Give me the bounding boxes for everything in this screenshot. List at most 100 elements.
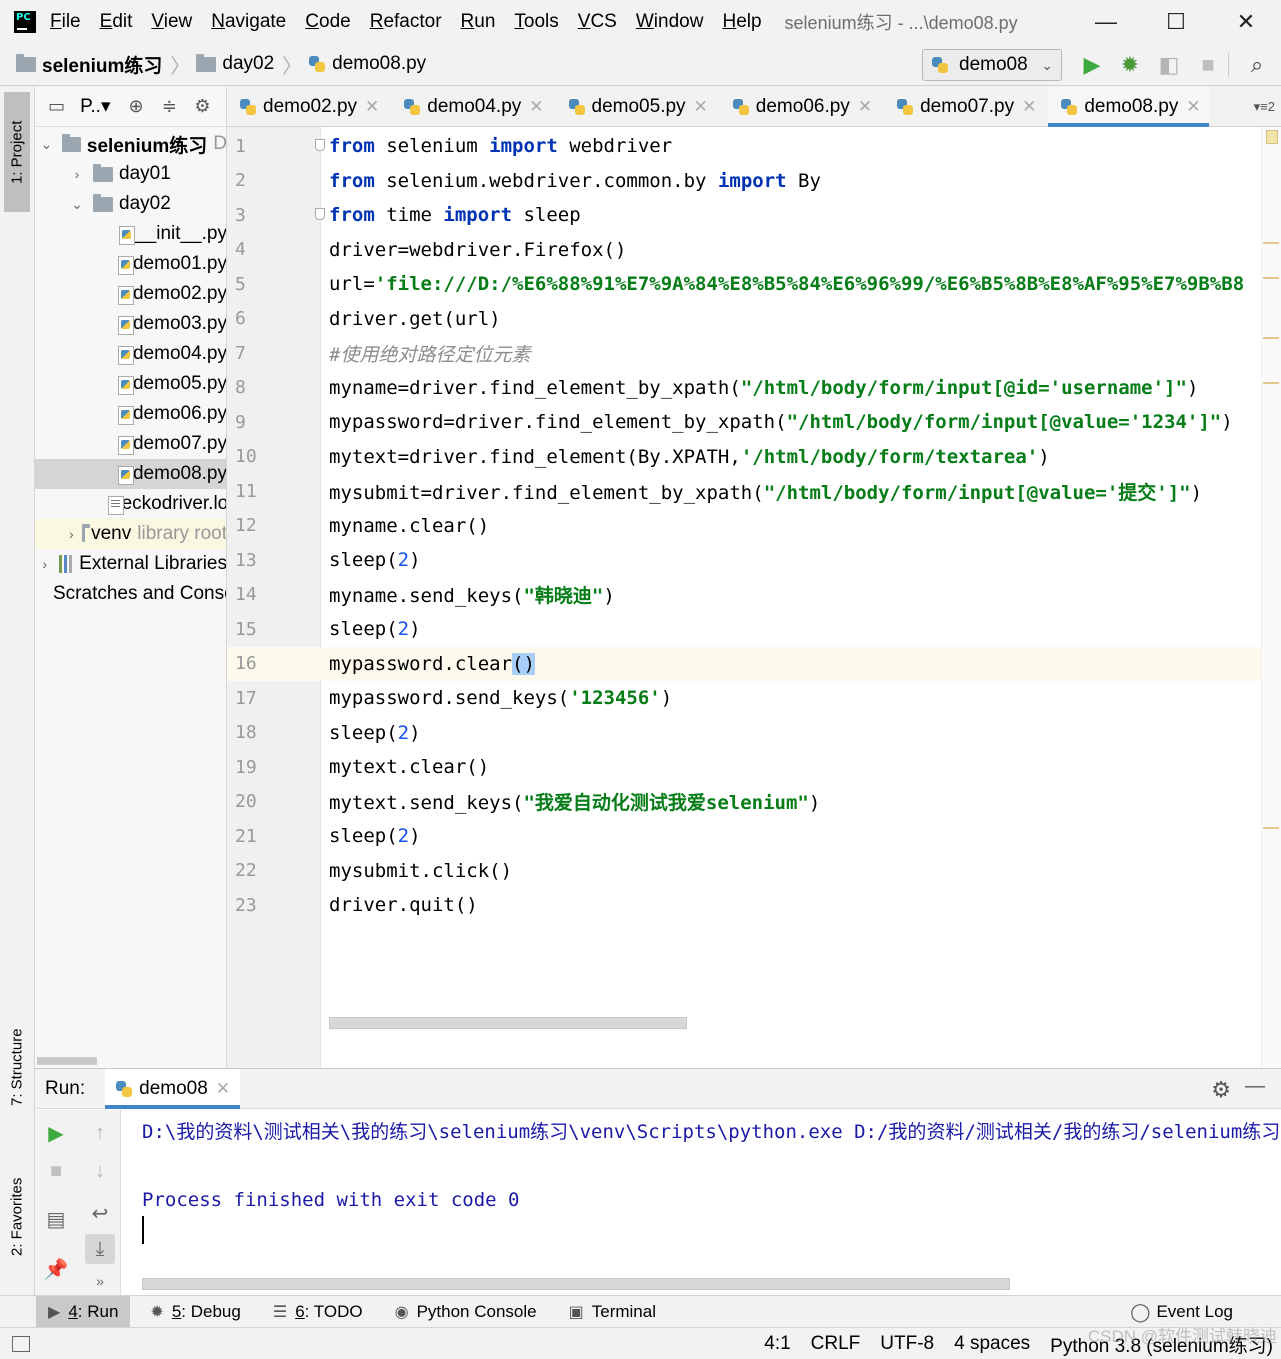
tree-item[interactable]: demo03.py: [35, 309, 226, 339]
arrow-down-icon[interactable]: ↓: [85, 1156, 115, 1186]
arrow-up-icon[interactable]: ↑: [85, 1118, 115, 1148]
close-icon[interactable]: ✕: [529, 97, 543, 117]
code-line[interactable]: 3 from time import sleep: [227, 198, 1281, 233]
close-icon[interactable]: ✕: [694, 97, 708, 117]
bottom-tab-todo[interactable]: ☰ 6: TODO: [261, 1296, 375, 1328]
stripe-marker[interactable]: [1263, 382, 1279, 384]
tool-tab-project[interactable]: 1: Project: [4, 92, 30, 212]
stripe-marker[interactable]: [1263, 827, 1279, 829]
fold-marker-icon[interactable]: [315, 208, 325, 220]
more-icon[interactable]: »: [85, 1266, 115, 1296]
code-line[interactable]: 7 #使用绝对路径定位元素: [227, 336, 1281, 371]
code-line[interactable]: 13 sleep(2): [227, 543, 1281, 578]
code-line[interactable]: 12 myname.clear(): [227, 509, 1281, 544]
console-horizontal-scrollbar[interactable]: [142, 1278, 1010, 1290]
code-line[interactable]: 23 driver.quit(): [227, 888, 1281, 923]
code-line[interactable]: 22 mysubmit.click(): [227, 854, 1281, 889]
bottom-tab-pythonconsole[interactable]: ◉ Python Console: [383, 1296, 549, 1328]
line-separator[interactable]: CRLF: [811, 1333, 861, 1355]
code-line[interactable]: 6 driver.get(url): [227, 302, 1281, 337]
collapse-all-icon[interactable]: ≑: [160, 96, 179, 118]
tool-tab-structure[interactable]: 7: Structure: [4, 1007, 30, 1127]
tree-item[interactable]: demo06.py: [35, 399, 226, 429]
bottom-tab-debug[interactable]: ✹ 5: Debug: [138, 1296, 252, 1328]
soft-wrap-icon[interactable]: ↩: [85, 1198, 115, 1228]
menu-refactor[interactable]: Refactor: [370, 11, 442, 33]
menu-vcs[interactable]: VCS: [578, 11, 617, 33]
code-line[interactable]: 10 mytext=driver.find_element(By.XPATH,'/…: [227, 440, 1281, 475]
tree-item[interactable]: demo04.py: [35, 339, 226, 369]
toggle-tool-windows-icon[interactable]: [12, 1335, 30, 1352]
tree-item[interactable]: › External Libraries: [35, 549, 226, 579]
gear-icon[interactable]: ⚙: [1211, 1077, 1231, 1103]
chevron-right-icon[interactable]: ›: [69, 166, 85, 182]
error-stripe[interactable]: [1261, 127, 1281, 1068]
code-line[interactable]: 9 mypassword=driver.find_element_by_xpath…: [227, 405, 1281, 440]
menu-navigate[interactable]: Navigate: [211, 11, 286, 33]
stripe-marker[interactable]: [1263, 337, 1279, 339]
inspection-status-icon[interactable]: [1266, 130, 1278, 144]
debug-icon[interactable]: ✹: [1116, 51, 1144, 79]
menu-window[interactable]: Window: [636, 11, 704, 33]
code-line[interactable]: 2 from selenium.webdriver.common.by impor…: [227, 164, 1281, 199]
console-output[interactable]: D:\我的资料\测试相关\我的练习\selenium练习\venv\Script…: [142, 1110, 1281, 1296]
tree-item[interactable]: demo02.py: [35, 279, 226, 309]
editor-tab[interactable]: demo07.py ✕: [884, 87, 1044, 127]
tree-item[interactable]: geckodriver.log: [35, 489, 226, 519]
editor-tab[interactable]: demo02.py ✕: [227, 87, 387, 127]
tool-tab-favorites[interactable]: 2: Favorites: [4, 1152, 30, 1282]
code-line[interactable]: 18 sleep(2): [227, 716, 1281, 751]
tab-overflow-button[interactable]: ▾≡2: [1254, 99, 1275, 115]
code-line[interactable]: 1 from selenium import webdriver: [227, 129, 1281, 164]
tree-item[interactable]: › day01: [35, 159, 226, 189]
editor-tab[interactable]: demo05.py ✕: [556, 87, 716, 127]
close-window-button[interactable]: ✕: [1211, 0, 1281, 43]
close-icon[interactable]: ✕: [216, 1079, 230, 1099]
caret-position[interactable]: 4:1: [764, 1333, 790, 1355]
code-line[interactable]: 16 mypassword.clear(): [227, 646, 1281, 681]
code-line[interactable]: 21 sleep(2): [227, 819, 1281, 854]
horizontal-scrollbar[interactable]: [35, 1054, 226, 1068]
tree-item[interactable]: demo05.py: [35, 369, 226, 399]
gear-icon[interactable]: ⚙: [193, 96, 212, 118]
code-editor[interactable]: 1 from selenium import webdriver 2 from sel…: [227, 127, 1281, 1068]
bottom-tab-terminal[interactable]: ▣ Terminal: [557, 1296, 668, 1328]
tree-item[interactable]: ⌄ selenium练习 D: [35, 129, 226, 159]
event-log-tab[interactable]: ◯ Event Log: [1130, 1296, 1233, 1328]
code-line[interactable]: 5 url='file:///D:/%E6%88%91%E7%9A%84%E8%B…: [227, 267, 1281, 302]
tree-item[interactable]: demo08.py: [35, 459, 226, 489]
close-icon[interactable]: ✕: [365, 97, 379, 117]
maximize-button[interactable]: ☐: [1141, 0, 1211, 43]
tree-item[interactable]: demo07.py: [35, 429, 226, 459]
indent-setting[interactable]: 4 spaces: [954, 1333, 1030, 1355]
breadcrumb-file[interactable]: demo08.py: [308, 53, 426, 75]
chevron-right-icon[interactable]: ›: [39, 556, 51, 572]
menu-view[interactable]: View: [151, 11, 192, 33]
menu-run[interactable]: Run: [461, 11, 496, 33]
code-line[interactable]: 4 driver=webdriver.Firefox(): [227, 233, 1281, 268]
layout-icon[interactable]: ▤: [41, 1204, 71, 1234]
run-icon[interactable]: ▶: [1078, 51, 1106, 79]
code-line[interactable]: 11 mysubmit=driver.find_element_by_xpath(…: [227, 474, 1281, 509]
menu-code[interactable]: Code: [305, 11, 350, 33]
chevron-down-icon[interactable]: ⌄: [69, 196, 85, 213]
tree-item[interactable]: demo01.py: [35, 249, 226, 279]
run-configuration-select[interactable]: demo08 ⌄: [922, 49, 1062, 81]
code-line[interactable]: 15 sleep(2): [227, 612, 1281, 647]
pin-icon[interactable]: 📌: [41, 1254, 71, 1284]
stripe-marker[interactable]: [1263, 242, 1279, 244]
chevron-down-icon[interactable]: ⌄: [39, 136, 54, 153]
file-encoding[interactable]: UTF-8: [880, 1333, 934, 1355]
editor-tab[interactable]: demo06.py ✕: [720, 87, 880, 127]
chevron-right-icon[interactable]: ›: [69, 526, 74, 542]
bottom-tab-run[interactable]: ▶ 4: Run: [36, 1295, 131, 1328]
tree-item[interactable]: ⌄ day02: [35, 189, 226, 219]
breadcrumb-folder[interactable]: day02: [196, 53, 274, 75]
fold-marker-icon[interactable]: [315, 139, 325, 151]
code-line[interactable]: 20 mytext.send_keys("我爱自动化测试我爱selenium"): [227, 785, 1281, 820]
minimize-panel-icon[interactable]: —: [1245, 1075, 1265, 1098]
editor-tab[interactable]: demo04.py ✕: [391, 87, 551, 127]
editor-horizontal-scrollbar[interactable]: [329, 1017, 687, 1029]
run-tab-demo08[interactable]: demo08 ✕: [105, 1068, 241, 1109]
tree-item[interactable]: Scratches and Consoles: [35, 579, 226, 609]
